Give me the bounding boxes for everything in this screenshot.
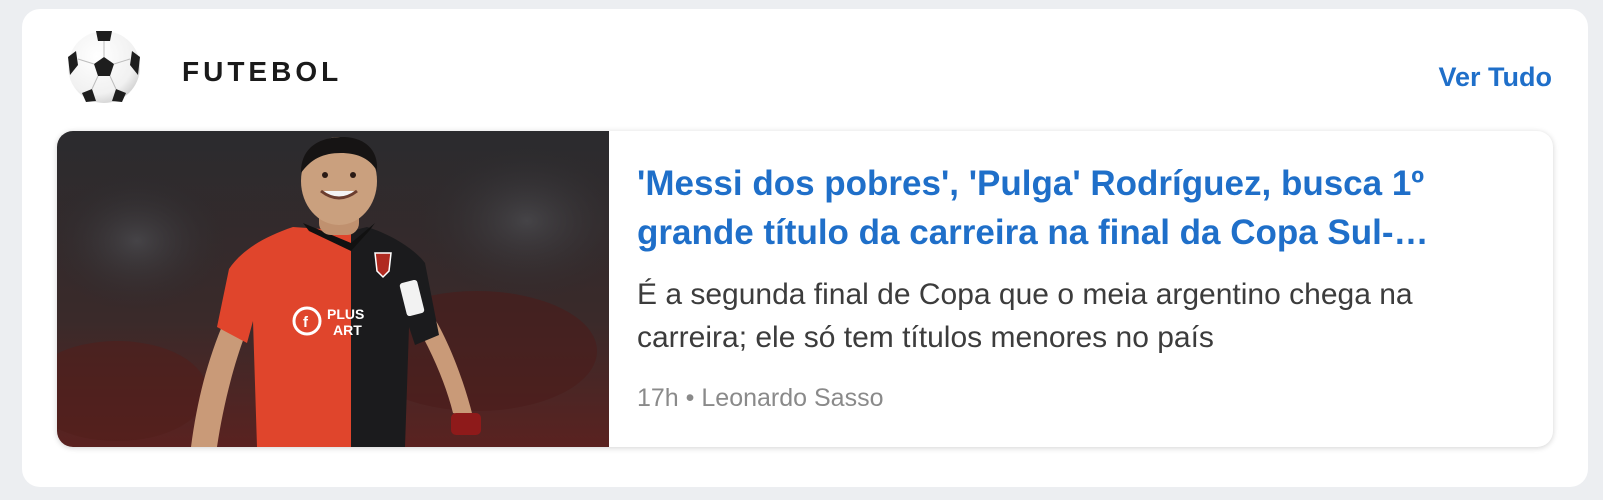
article-content: 'Messi dos pobres', 'Pulga' Rodríguez, b… — [637, 159, 1517, 359]
article-time: 17h — [637, 384, 679, 412]
news-article[interactable]: f PLUS ART 'Messi dos pobres', 'Pulga' R… — [57, 131, 1553, 447]
jersey-sponsor-text: PLUS — [327, 306, 364, 322]
soccer-ball-icon — [66, 29, 142, 105]
football-news-card: FUTEBOL Ver Tudo f PLUS ART 'Messi dos p… — [22, 9, 1588, 487]
see-all-link[interactable]: Ver Tudo — [1438, 61, 1552, 93]
section-title: FUTEBOL — [182, 56, 343, 87]
article-author: Leonardo Sasso — [701, 384, 884, 412]
article-headline[interactable]: 'Messi dos pobres', 'Pulga' Rodríguez, b… — [637, 159, 1517, 257]
svg-text:ART: ART — [333, 322, 362, 338]
article-summary: É a segunda final de Copa que o meia arg… — [637, 278, 1413, 354]
article-meta: 17h • Leonardo Sasso — [637, 383, 883, 413]
article-thumbnail[interactable]: f PLUS ART — [57, 131, 609, 447]
section-header: FUTEBOL Ver Tudo — [22, 9, 1588, 134]
meta-separator: • — [685, 384, 695, 412]
